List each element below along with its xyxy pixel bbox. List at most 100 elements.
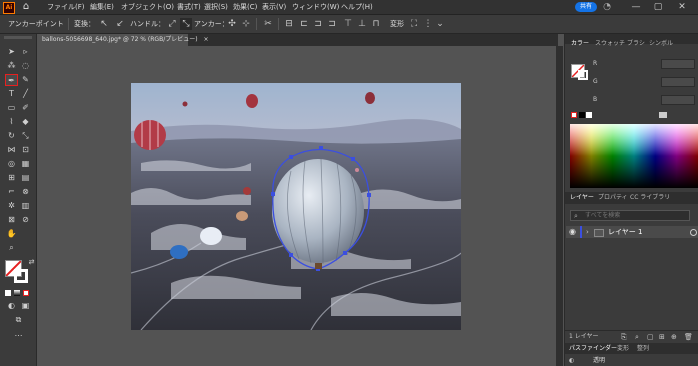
white-swatch[interactable]: [586, 112, 592, 118]
shaper-tool-icon[interactable]: ⌇: [5, 116, 18, 128]
transparency-label[interactable]: 透明: [593, 355, 605, 366]
transform-label[interactable]: 変形: [390, 19, 404, 29]
menu-edit[interactable]: 編集(E): [90, 2, 114, 12]
new-sublayer-icon[interactable]: ⊞: [659, 331, 665, 343]
anchor-options-icon[interactable]: ⊹: [240, 18, 252, 30]
minimize-button[interactable]: —: [630, 1, 642, 13]
align-left-icon[interactable]: ⊏: [298, 18, 310, 30]
eyedropper-tool-icon[interactable]: ⌐: [5, 186, 18, 198]
lasso-tool-icon[interactable]: ◌: [19, 60, 32, 72]
channel-r-input[interactable]: [661, 59, 695, 69]
gradient-mode-icon[interactable]: [14, 290, 20, 296]
hand-tool-icon[interactable]: ✋: [5, 228, 18, 240]
align-right-icon[interactable]: ⊐: [326, 18, 338, 30]
menu-select[interactable]: 選択(S): [204, 2, 228, 12]
magic-wand-tool-icon[interactable]: ⁂: [5, 60, 18, 72]
free-transform-tool-icon[interactable]: ⊡: [19, 144, 32, 156]
new-layer-icon[interactable]: ⊕: [671, 331, 677, 343]
stroke-swatch[interactable]: [14, 269, 28, 283]
shape-builder-tool-icon[interactable]: ◎: [5, 158, 18, 170]
toolbar-grip[interactable]: [4, 36, 32, 39]
align-middle-icon[interactable]: ⊥: [356, 18, 368, 30]
hide-handles-icon[interactable]: ⤡: [180, 18, 192, 30]
none-mode-icon[interactable]: [23, 290, 29, 296]
menu-effect[interactable]: 効果(C): [233, 2, 257, 12]
menu-object[interactable]: オブジェクト(O): [121, 2, 174, 12]
draw-mode-icon[interactable]: ◐: [5, 300, 18, 312]
line-tool-icon[interactable]: ╱: [19, 88, 32, 100]
scale-tool-icon[interactable]: ⤡: [19, 130, 32, 142]
selection-tool-icon[interactable]: ➤: [5, 46, 18, 58]
perspective-grid-tool-icon[interactable]: ▦: [19, 158, 32, 170]
notification-icon[interactable]: ◔: [601, 1, 613, 13]
clipping-mask-icon[interactable]: ▢: [647, 331, 654, 343]
document-tab[interactable]: ballons-5056698_640.jpg* @ 72 % (RGB/プレビ…: [38, 34, 209, 46]
graph-tool-icon[interactable]: ▥: [19, 200, 32, 212]
gradient-tool-icon[interactable]: ▤: [19, 172, 32, 184]
color-stroke-indicator[interactable]: [578, 70, 588, 80]
align-center-icon[interactable]: ⊐: [312, 18, 324, 30]
convert-corner-icon[interactable]: ↖: [98, 18, 110, 30]
tab-align[interactable]: 整列: [637, 343, 649, 354]
menu-window[interactable]: ウィンドウ(W): [292, 2, 339, 12]
color-mode-icon[interactable]: [5, 290, 11, 296]
slice-tool-icon[interactable]: ⊘: [19, 214, 32, 226]
layer-search-input[interactable]: ⌕ すべてを検索: [570, 210, 690, 221]
screen-mode-icon[interactable]: ▣: [19, 300, 32, 312]
align-top-icon[interactable]: ⊤: [342, 18, 354, 30]
direct-selection-tool-icon[interactable]: ▹: [19, 46, 32, 58]
out-of-gamut-icon[interactable]: [659, 112, 667, 118]
rectangle-tool-icon[interactable]: ▭: [5, 102, 18, 114]
paintbrush-tool-icon[interactable]: ✐: [19, 102, 32, 114]
align-bottom-icon[interactable]: ⊓: [370, 18, 382, 30]
cut-path-icon[interactable]: ✂: [262, 18, 274, 30]
eye-icon[interactable]: ◉: [569, 226, 576, 238]
tab-transform[interactable]: 変形: [617, 343, 629, 354]
tab-properties[interactable]: プロパティ: [598, 192, 628, 204]
swap-colors-icon[interactable]: ⇄: [25, 256, 38, 268]
menu-help[interactable]: ヘルプ(H): [341, 2, 373, 12]
channel-b-input[interactable]: [661, 95, 695, 105]
tab-brushes[interactable]: ブラシ: [627, 38, 645, 50]
layer-row[interactable]: ◉ › レイヤー 1: [566, 226, 698, 238]
none-swatch[interactable]: [571, 112, 577, 118]
close-window-button[interactable]: ✕: [676, 1, 688, 13]
rotate-tool-icon[interactable]: ↻: [5, 130, 18, 142]
trash-icon[interactable]: 🗑: [684, 331, 693, 343]
artboard-image[interactable]: [131, 83, 461, 330]
chevron-down-icon[interactable]: ⌄: [434, 18, 446, 30]
tab-swatches[interactable]: スウォッチ: [595, 38, 625, 50]
transparency-icon[interactable]: ◐: [569, 355, 574, 366]
close-tab-icon[interactable]: ×: [203, 36, 208, 43]
options-icon[interactable]: ⋮: [422, 18, 434, 30]
blend-tool-icon[interactable]: ⊗: [19, 186, 32, 198]
export-icon[interactable]: ⎘: [621, 331, 627, 343]
tab-cc-libraries[interactable]: CC ライブラリ: [630, 192, 670, 204]
menu-view[interactable]: 表示(V): [262, 2, 286, 12]
edit-toolbar-icon[interactable]: ⧉: [12, 314, 25, 326]
mesh-tool-icon[interactable]: ⊞: [5, 172, 18, 184]
layer-name[interactable]: レイヤー 1: [608, 226, 642, 238]
maximize-button[interactable]: ▢: [652, 1, 664, 13]
layer-target-icon[interactable]: [690, 229, 697, 236]
pen-tool-icon[interactable]: ✒: [5, 74, 18, 86]
type-tool-icon[interactable]: T: [5, 88, 18, 100]
remove-anchor-icon[interactable]: ✣: [226, 18, 238, 30]
curvature-tool-icon[interactable]: ✎: [19, 74, 32, 86]
expand-layer-icon[interactable]: ›: [586, 226, 589, 238]
locate-object-icon[interactable]: ⌕: [635, 331, 639, 343]
symbol-sprayer-tool-icon[interactable]: ✲: [5, 200, 18, 212]
menu-type[interactable]: 書式(T): [177, 2, 201, 12]
tab-layers[interactable]: レイヤー: [570, 192, 594, 204]
menu-file[interactable]: ファイル(F): [47, 2, 85, 12]
black-swatch[interactable]: [579, 112, 585, 118]
home-icon[interactable]: ⌂: [20, 1, 32, 13]
more-tools-icon[interactable]: ⋯: [12, 330, 25, 342]
isolate-icon[interactable]: ⛶: [408, 18, 420, 30]
show-handles-icon[interactable]: ⤢: [166, 18, 178, 30]
vertical-scrollbar[interactable]: [556, 46, 563, 366]
tab-color[interactable]: カラー: [571, 38, 589, 50]
zoom-tool-icon[interactable]: ⌕: [5, 242, 18, 254]
tab-pathfinder[interactable]: パスファインダー: [569, 343, 617, 354]
convert-smooth-icon[interactable]: ↙: [114, 18, 126, 30]
